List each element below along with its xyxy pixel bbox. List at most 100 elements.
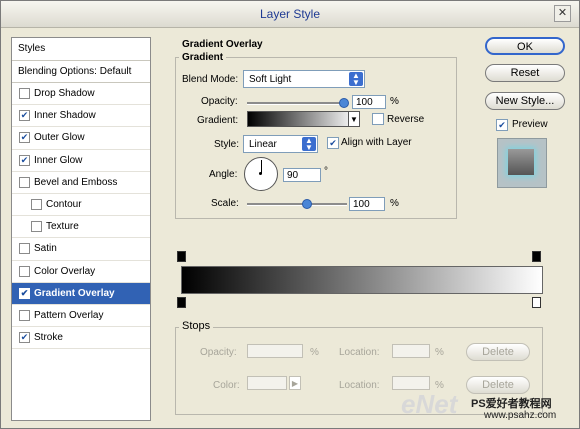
- preview-label: Preview: [512, 119, 548, 130]
- stop-location-input[interactable]: [392, 344, 430, 358]
- scale-slider-track[interactable]: [247, 203, 347, 206]
- delete-color-stop-button[interactable]: Delete: [466, 376, 530, 394]
- styles-list: Styles Blending Options: Default Drop Sh…: [11, 37, 151, 421]
- style-item-bevel-and-emboss[interactable]: Bevel and Emboss: [12, 172, 150, 194]
- stop-location2-input[interactable]: [392, 376, 430, 390]
- style-item-label: Bevel and Emboss: [34, 176, 118, 188]
- chevron-right-icon[interactable]: ▶: [289, 376, 301, 390]
- style-preview-thumbnail: [497, 138, 547, 188]
- style-item-inner-glow[interactable]: ✔ Inner Glow: [12, 150, 150, 172]
- chevron-down-icon[interactable]: ▼: [348, 111, 360, 127]
- style-select[interactable]: Linear ▲ ▼: [243, 135, 318, 153]
- style-value: Linear: [249, 139, 277, 150]
- style-checkbox[interactable]: [19, 309, 30, 321]
- reverse-checkbox[interactable]: [372, 113, 384, 125]
- preview-square: [508, 149, 534, 175]
- reset-button[interactable]: Reset: [485, 64, 565, 82]
- style-item-satin[interactable]: Satin: [12, 238, 150, 261]
- style-item-drop-shadow[interactable]: Drop Shadow: [12, 83, 150, 106]
- opacity-stop-right[interactable]: [532, 251, 541, 262]
- opacity-slider-track[interactable]: [247, 102, 347, 105]
- style-checkbox[interactable]: [19, 243, 30, 255]
- stop-location-unit: %: [435, 347, 444, 358]
- style-item-outer-glow[interactable]: ✔ Outer Glow: [12, 127, 150, 150]
- style-checkbox[interactable]: [19, 176, 30, 188]
- stop-color-swatch[interactable]: [247, 376, 287, 390]
- angle-dial-icon[interactable]: [244, 157, 278, 191]
- style-item-color-overlay[interactable]: Color Overlay: [12, 261, 150, 283]
- blending-options-default[interactable]: Blending Options: Default: [12, 61, 150, 83]
- gradient-swatch[interactable]: [247, 111, 357, 127]
- new-style-button[interactable]: New Style...: [485, 92, 565, 110]
- style-item-texture[interactable]: Texture: [12, 216, 150, 239]
- style-checkbox[interactable]: ✔: [19, 154, 30, 166]
- close-icon[interactable]: ✕: [554, 5, 571, 22]
- style-item-label: Texture: [46, 221, 79, 233]
- style-item-contour[interactable]: Contour: [12, 194, 150, 217]
- angle-input[interactable]: 90: [283, 168, 321, 182]
- style-item-gradient-overlay[interactable]: ✔ Gradient Overlay: [12, 282, 150, 305]
- angle-unit: °: [324, 166, 328, 177]
- style-item-label: Outer Glow: [34, 132, 85, 144]
- style-checkbox[interactable]: [31, 221, 42, 233]
- stop-opacity-label: Opacity:: [200, 347, 237, 358]
- stop-opacity-input[interactable]: [247, 344, 303, 358]
- layer-style-dialog: Layer Style ✕ Styles Blending Options: D…: [0, 0, 580, 429]
- style-item-label: Satin: [34, 243, 57, 255]
- opacity-label: Opacity:: [201, 96, 238, 107]
- chevron-updown-icon: ▲ ▼: [302, 137, 316, 152]
- reverse-label: Reverse: [387, 114, 425, 125]
- style-checkbox[interactable]: ✔: [19, 132, 30, 144]
- scale-input[interactable]: 100: [349, 197, 385, 211]
- style-item-label: Pattern Overlay: [34, 309, 104, 321]
- watermark-site-name: PS爱好者教程网: [471, 398, 552, 410]
- gradient-group-title: Gradient: [179, 52, 227, 63]
- style-item-label: Stroke: [34, 332, 63, 344]
- style-checkbox[interactable]: ✔: [19, 110, 30, 122]
- opacity-unit: %: [390, 96, 399, 107]
- stop-opacity-unit: %: [310, 347, 319, 358]
- color-stop-left[interactable]: [177, 297, 186, 308]
- style-checkbox[interactable]: [19, 265, 30, 277]
- style-item-inner-shadow[interactable]: ✔ Inner Shadow: [12, 105, 150, 128]
- stops-title: Stops: [179, 320, 214, 332]
- chevron-updown-icon: ▲ ▼: [349, 72, 363, 87]
- style-item-stroke[interactable]: ✔ Stroke: [12, 327, 150, 350]
- scale-slider-thumb[interactable]: [302, 199, 312, 209]
- ok-button[interactable]: OK: [485, 37, 565, 55]
- align-with-layer-checkbox[interactable]: ✔: [327, 137, 339, 149]
- scale-label: Scale:: [211, 198, 239, 209]
- style-item-label: Contour: [46, 198, 82, 210]
- watermark-url: www.psahz.com: [484, 410, 557, 421]
- watermark-logo: eNet: [401, 389, 458, 419]
- style-checkbox[interactable]: ✔: [19, 287, 30, 299]
- opacity-input[interactable]: 100: [352, 95, 386, 109]
- opacity-slider-thumb[interactable]: [339, 98, 349, 108]
- blend-mode-label: Blend Mode:: [182, 74, 239, 85]
- scale-unit: %: [390, 198, 399, 209]
- gradient-preview-bar[interactable]: [181, 266, 543, 294]
- section-title: Gradient Overlay: [182, 39, 263, 50]
- delete-opacity-stop-button[interactable]: Delete: [466, 343, 530, 361]
- angle-label: Angle:: [209, 169, 238, 180]
- style-checkbox[interactable]: ✔: [19, 332, 30, 344]
- preview-checkbox[interactable]: ✔: [496, 119, 508, 131]
- styles-header[interactable]: Styles: [12, 38, 150, 61]
- angle-center: [259, 172, 262, 175]
- stop-location2-label: Location:: [339, 380, 380, 391]
- style-item-pattern-overlay[interactable]: Pattern Overlay: [12, 305, 150, 328]
- style-item-label: Gradient Overlay: [34, 287, 115, 299]
- style-checkbox[interactable]: [19, 88, 30, 99]
- stop-location-label: Location:: [339, 347, 380, 358]
- style-item-label: Inner Shadow: [34, 110, 96, 122]
- style-checkbox[interactable]: [31, 198, 42, 210]
- stop-color-label: Color:: [213, 380, 240, 391]
- style-item-label: Drop Shadow: [34, 88, 95, 99]
- blend-mode-value: Soft Light: [249, 74, 292, 85]
- blend-mode-select[interactable]: Soft Light ▲ ▼: [243, 70, 365, 88]
- color-stop-right[interactable]: [532, 297, 541, 308]
- opacity-stop-left[interactable]: [177, 251, 186, 262]
- align-with-layer-label: Align with Layer: [341, 137, 412, 148]
- title-bar[interactable]: Layer Style ✕: [1, 1, 579, 28]
- style-item-label: Color Overlay: [34, 265, 96, 277]
